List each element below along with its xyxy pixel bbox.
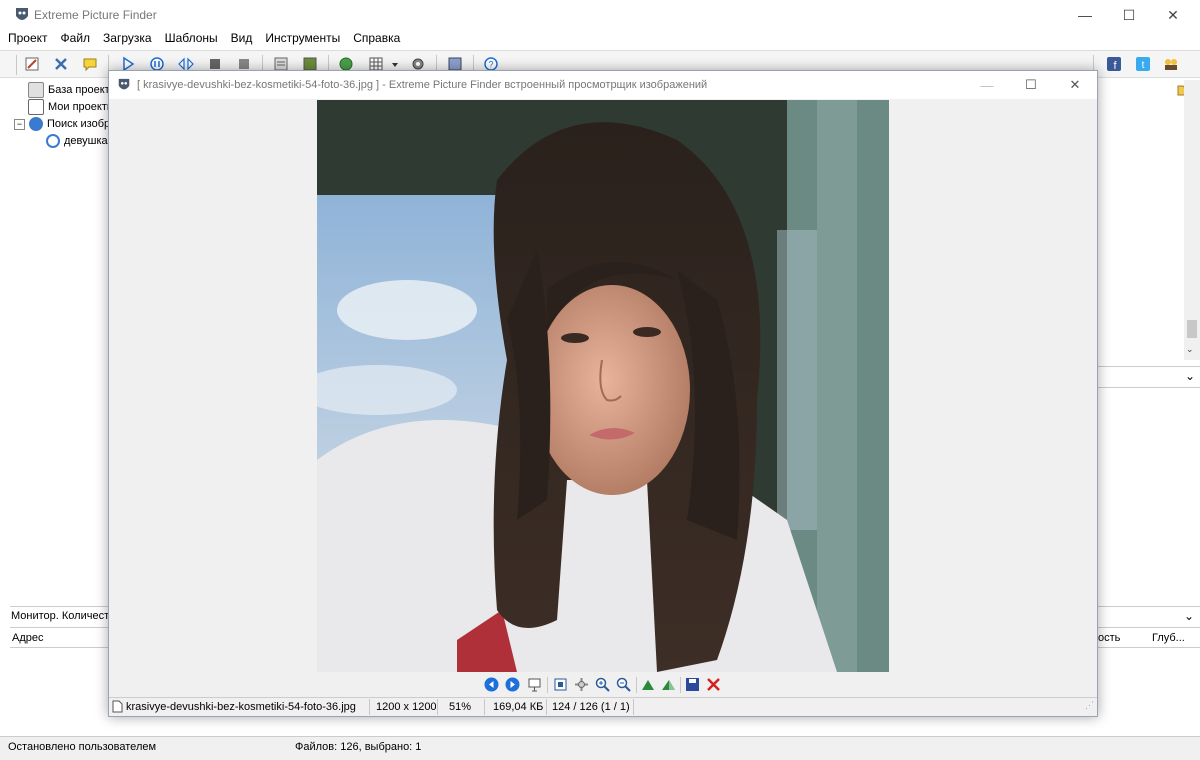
toolbar-separator	[547, 677, 548, 693]
menu-help[interactable]: Справка	[353, 30, 400, 48]
photo-image	[317, 100, 889, 672]
displayed-photo[interactable]	[317, 100, 889, 672]
zoom-in-icon[interactable]	[595, 677, 610, 692]
rotate-right-icon[interactable]	[661, 677, 676, 692]
status-separator	[437, 699, 438, 715]
vertical-scrollbar[interactable]: ⌄	[1184, 80, 1200, 360]
tree-item-search-query[interactable]: девушка	[46, 133, 108, 149]
file-icon	[112, 700, 123, 713]
right-panel-header: ⌄	[1097, 366, 1200, 388]
edit-project-icon[interactable]	[24, 56, 40, 72]
toolbar-separator	[636, 677, 637, 693]
community-icon[interactable]	[1163, 56, 1179, 72]
column-speed[interactable]: ость	[1098, 632, 1120, 644]
app-logo-icon	[16, 8, 28, 20]
delete-icon[interactable]	[706, 677, 721, 692]
next-image-icon[interactable]	[505, 677, 520, 692]
tree-item-image-search[interactable]: − Поиск изобр	[14, 116, 110, 132]
status-separator	[546, 699, 547, 715]
actual-size-icon[interactable]	[574, 677, 589, 692]
status-separator	[369, 699, 370, 715]
monitor-label: Монитор. Количест	[11, 610, 110, 622]
menu-tools[interactable]: Инструменты	[265, 30, 340, 48]
tree-item-label: девушка	[64, 135, 108, 147]
toolbar-separator	[16, 55, 17, 75]
menu-templates[interactable]: Шаблоны	[165, 30, 218, 48]
chevron-down-icon[interactable]: ⌄	[1184, 609, 1194, 623]
maximize-button[interactable]: ☐	[1106, 0, 1152, 30]
fit-to-window-icon[interactable]	[553, 677, 568, 692]
scrollbar-thumb[interactable]	[1187, 320, 1197, 338]
zoom-level: 51%	[449, 701, 472, 713]
close-button[interactable]: ✕	[1150, 0, 1196, 30]
resize-grip-icon[interactable]: ⋰	[1085, 700, 1094, 711]
tree-item-label: База проект	[48, 84, 110, 96]
save-icon[interactable]	[685, 677, 700, 692]
menu-bar: Проект Файл Загрузка Шаблоны Вид Инструм…	[0, 30, 1200, 48]
viewer-statusbar: krasivye-devushki-bez-kosmetiki-54-foto-…	[109, 697, 1097, 716]
menu-view[interactable]: Вид	[231, 30, 253, 48]
image-viewer-window: [ krasivye-devushki-bez-kosmetiki-54-fot…	[108, 70, 1098, 717]
main-statusbar: Остановлено пользователем Файлов: 126, в…	[0, 736, 1200, 760]
menu-download[interactable]: Загрузка	[103, 30, 152, 48]
viewer-close-button[interactable]: ✕	[1053, 71, 1097, 99]
tree-expander[interactable]: −	[14, 118, 25, 130]
slideshow-icon[interactable]	[527, 677, 542, 692]
previous-image-icon[interactable]	[484, 677, 499, 692]
facebook-icon[interactable]: f	[1106, 56, 1122, 72]
menu-file[interactable]: Файл	[61, 30, 91, 48]
svg-text:t: t	[1142, 60, 1145, 71]
viewer-toolbar	[481, 675, 731, 695]
image-filename: krasivye-devushki-bez-kosmetiki-54-foto-…	[126, 701, 356, 713]
database-icon	[28, 82, 44, 98]
magnifier-icon	[46, 134, 60, 148]
image-position: 124 / 126 (1 / 1)	[552, 701, 630, 713]
app-logo-icon	[118, 78, 130, 90]
column-depth[interactable]: Глуб...	[1152, 632, 1185, 644]
project-tree: База проект Мои проекты − Поиск изобр де…	[10, 80, 115, 600]
viewer-maximize-button[interactable]: ☐	[1009, 71, 1053, 99]
svg-text:?: ?	[488, 60, 493, 70]
scroll-down-icon[interactable]: ⌄	[1186, 344, 1194, 355]
main-titlebar: Extreme Picture Finder — ☐ ✕	[0, 0, 1200, 30]
tools-icon[interactable]	[53, 56, 69, 72]
twitter-icon[interactable]: t	[1135, 56, 1151, 72]
window-title: Extreme Picture Finder	[34, 8, 157, 22]
globe-search-icon	[29, 117, 43, 131]
menu-project[interactable]: Проект	[8, 30, 48, 48]
zoom-out-icon[interactable]	[616, 677, 631, 692]
viewer-minimize-button[interactable]: —	[965, 71, 1009, 99]
viewer-title: [ krasivye-devushki-bez-kosmetiki-54-fot…	[137, 79, 708, 91]
chevron-down-icon[interactable]: ⌄	[1185, 369, 1195, 383]
minimize-button[interactable]: —	[1062, 0, 1108, 30]
viewer-titlebar: [ krasivye-devushki-bez-kosmetiki-54-fot…	[109, 71, 1097, 99]
column-address[interactable]: Адрес	[12, 632, 44, 644]
rotate-left-icon[interactable]	[641, 677, 656, 692]
file-count: Файлов: 126, выбрано: 1	[295, 741, 422, 753]
status-separator	[633, 699, 634, 715]
tree-item-label: Поиск изобр	[47, 118, 111, 130]
tree-item-database[interactable]: База проект	[28, 82, 110, 98]
status-separator	[484, 699, 485, 715]
status-text: Остановлено пользователем	[8, 741, 157, 753]
tree-item-my-projects[interactable]: Мои проекты	[28, 99, 115, 115]
file-size: 169,04 КБ	[493, 701, 544, 713]
comment-icon[interactable]	[82, 56, 98, 72]
toolbar-separator	[680, 677, 681, 693]
image-dimensions: 1200 x 1200	[376, 701, 437, 713]
right-file-panel: ⌄ ⌄	[1096, 80, 1200, 600]
projects-icon	[28, 99, 44, 115]
tree-item-label: Мои проекты	[48, 101, 115, 113]
